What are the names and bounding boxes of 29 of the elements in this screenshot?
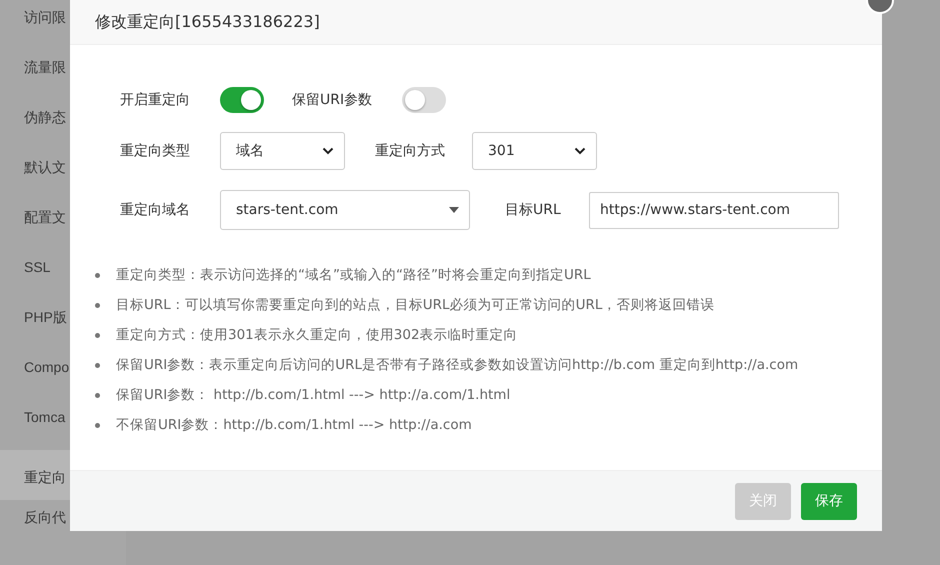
toggle-switch[interactable] (220, 87, 264, 113)
help-text: 重定向方式：使用301表示永久重定向，使用302表示临时重定向 (116, 326, 518, 344)
select-field[interactable]: 301 (472, 132, 597, 170)
help-text: 目标URL：可以填写你需要重定向到的站点，目标URL必须为可正常访问的URL，否则将返回错误 (116, 296, 714, 314)
dialog-title: 修改重定向[1655433186223] (95, 12, 320, 32)
field-label: 目标URL (505, 201, 562, 219)
field-label: 开启重定向 (120, 91, 191, 109)
field-label: 重定向类型 (120, 142, 191, 160)
bullet-icon (95, 332, 100, 338)
bullet-icon (95, 362, 100, 368)
dialog-button[interactable]: 保存 (801, 482, 857, 520)
bullet-icon (95, 272, 100, 278)
field-label: 重定向域名 (120, 201, 191, 219)
toggle-switch[interactable] (402, 87, 446, 113)
help-text: 不保留URI参数：http://b.com/1.html ---> http://a.com (116, 416, 472, 434)
field-label: 保留URI参数 (292, 91, 374, 109)
field-label: 重定向方式 (375, 142, 446, 160)
help-text: 重定向类型：表示访问选择的“域名”或输入的“路径”时将会重定向到指定URL (116, 266, 591, 284)
bullet-icon (95, 392, 100, 398)
caret-down-icon (449, 207, 459, 213)
select-field[interactable]: 域名 (220, 132, 345, 170)
bullet-icon (95, 422, 100, 428)
chevron-down-icon (574, 147, 586, 155)
input-field[interactable]: https://www.stars-tent.com (589, 192, 839, 228)
select-field[interactable]: stars-tent.com (220, 190, 470, 230)
help-text: 保留URI参数： http://b.com/1.html ---> http://a.com/1.html (116, 386, 510, 404)
chevron-down-icon (322, 147, 334, 155)
bullet-icon (95, 302, 100, 308)
help-text: 保留URI参数：表示重定向后访问的URL是否带有子路径或参数如设置访问http://b.com 重定向到http://a.com (116, 356, 798, 374)
